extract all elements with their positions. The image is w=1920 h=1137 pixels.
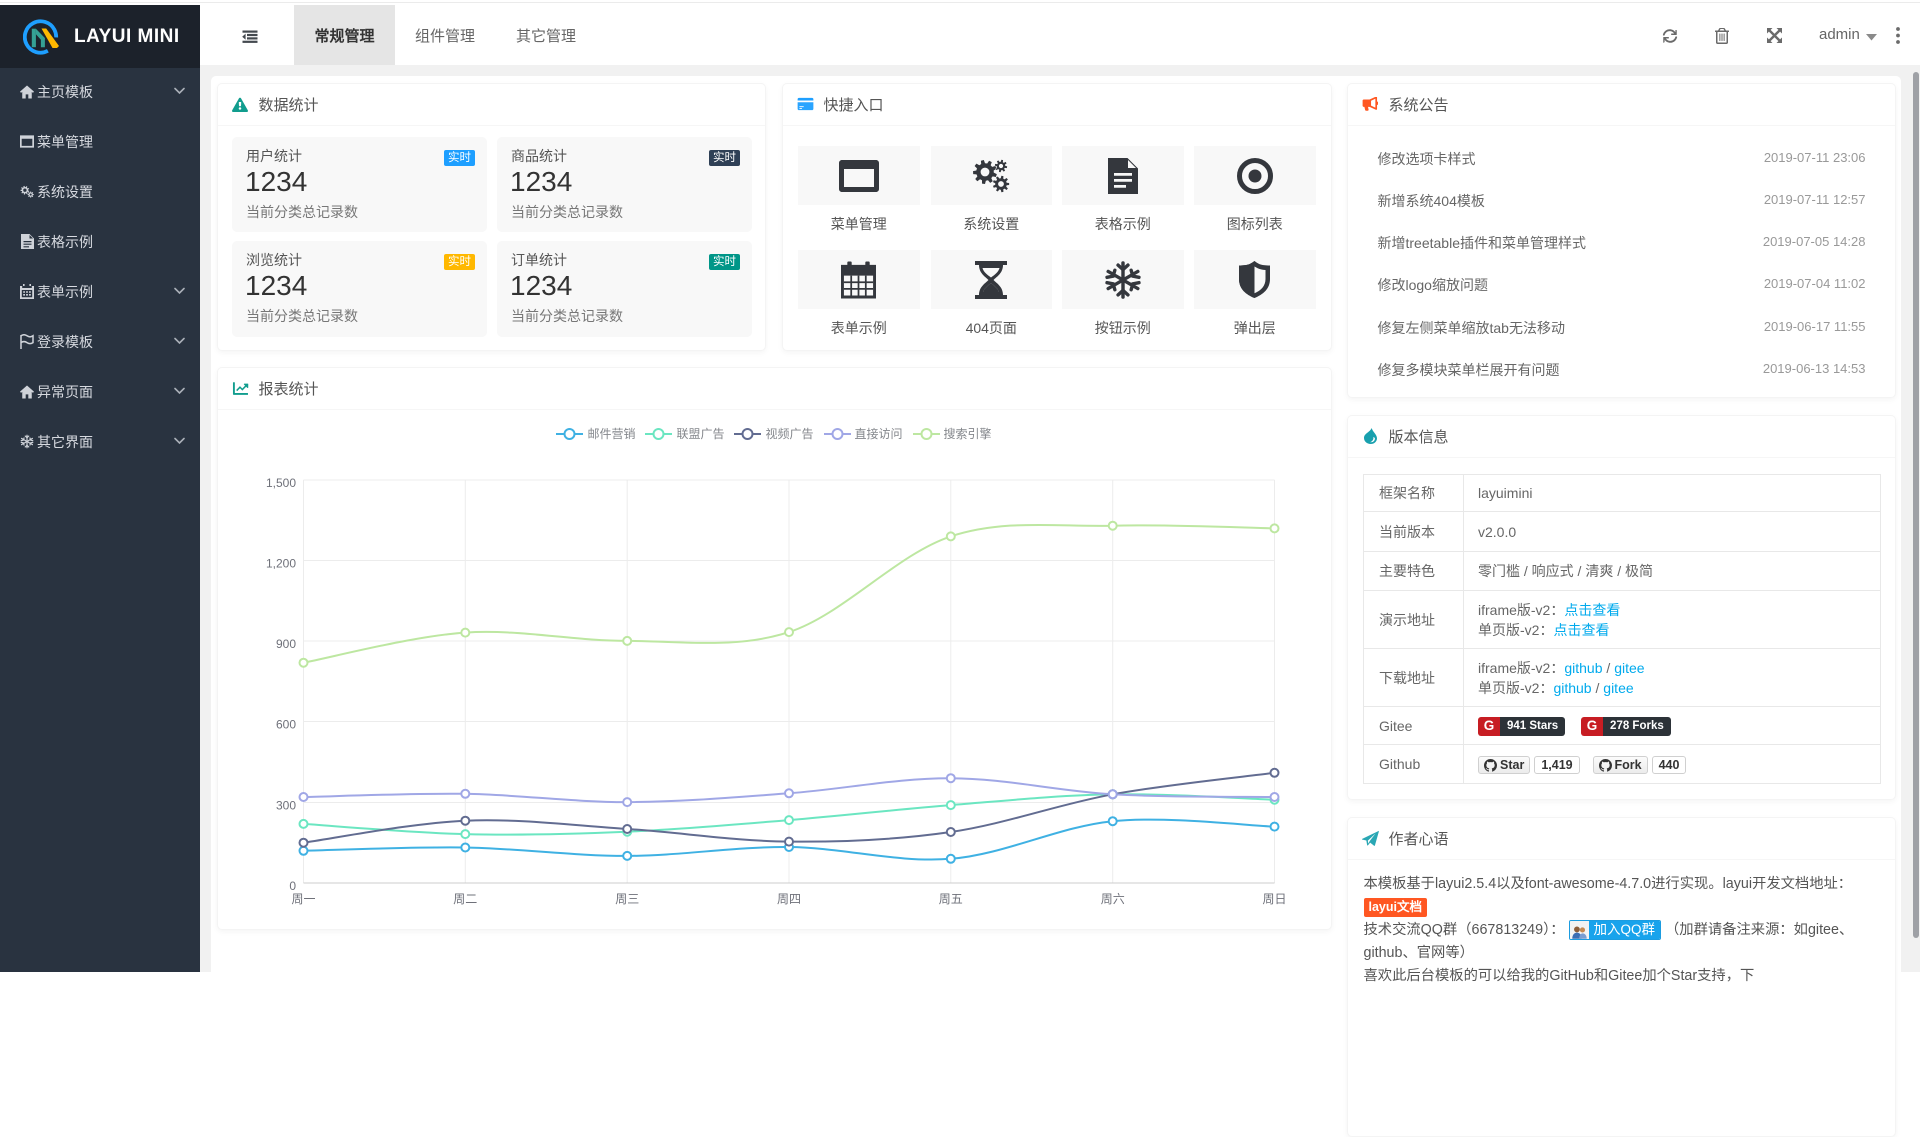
svg-text:周三: 周三 <box>615 892 639 906</box>
svg-text:周一: 周一 <box>291 892 315 906</box>
svg-text:周六: 周六 <box>1100 892 1124 906</box>
svg-text:600: 600 <box>275 718 295 732</box>
svg-text:1,200: 1,200 <box>265 557 295 571</box>
svg-text:周五: 周五 <box>938 892 962 906</box>
svg-text:周四: 周四 <box>776 892 800 906</box>
svg-text:300: 300 <box>275 799 295 813</box>
svg-text:900: 900 <box>275 637 295 651</box>
svg-text:周日: 周日 <box>1262 892 1286 906</box>
svg-text:0: 0 <box>289 879 296 893</box>
svg-text:1,500: 1,500 <box>265 476 295 490</box>
svg-text:周二: 周二 <box>453 892 477 906</box>
